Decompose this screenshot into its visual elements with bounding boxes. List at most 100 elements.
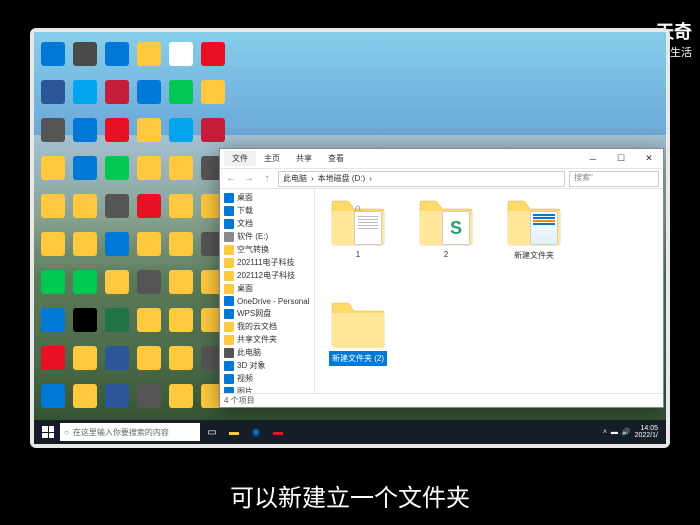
volume-icon[interactable]: 🔊	[622, 428, 631, 436]
desktop-icon[interactable]	[169, 118, 193, 142]
desktop-icon[interactable]	[169, 308, 193, 332]
folder-item[interactable]: S2	[411, 197, 481, 260]
desktop-icon[interactable]	[169, 194, 193, 218]
desktop-icon[interactable]	[137, 80, 161, 104]
sidebar-item[interactable]: 202112电子科技	[222, 269, 312, 282]
sidebar-item[interactable]: 共享文件夹	[222, 333, 312, 346]
desktop-icon[interactable]	[105, 346, 129, 370]
desktop-icon[interactable]	[169, 80, 193, 104]
close-button[interactable]: ✕	[635, 150, 663, 168]
file-explorer-window[interactable]: 文件 主页 共享 查看 ─ ☐ ✕ ← → ↑ 此电脑 › 本地磁盘 (D:) …	[219, 148, 664, 408]
up-button[interactable]: ↑	[260, 172, 274, 186]
sidebar-item[interactable]: 下载	[222, 204, 312, 217]
sidebar-item[interactable]: 3D 对象	[222, 359, 312, 372]
desktop-icon[interactable]	[73, 118, 97, 142]
network-icon[interactable]: ▬	[611, 429, 618, 436]
tab-share[interactable]: 共享	[288, 151, 320, 166]
desktop-icon[interactable]	[137, 384, 161, 408]
desktop-icon[interactable]	[169, 384, 193, 408]
desktop-icon[interactable]	[169, 42, 193, 66]
sidebar-item[interactable]: 桌面	[222, 282, 312, 295]
clock-time[interactable]: 14:05	[635, 425, 658, 432]
search-input[interactable]: 搜索"	[569, 171, 659, 187]
desktop-icon[interactable]	[201, 118, 225, 142]
breadcrumb-drive[interactable]: 本地磁盘 (D:)	[318, 173, 366, 184]
taskbar-search[interactable]: ○ 在这里输入你要搜索的内容	[60, 423, 200, 441]
desktop-icon[interactable]	[41, 42, 65, 66]
desktop-icon[interactable]	[137, 42, 161, 66]
desktop-icon[interactable]	[105, 384, 129, 408]
desktop-icon[interactable]	[41, 308, 65, 332]
desktop-icon[interactable]	[41, 118, 65, 142]
desktop-icon[interactable]	[169, 232, 193, 256]
clock-date[interactable]: 2022/1/	[635, 432, 658, 439]
desktop-icon[interactable]	[137, 118, 161, 142]
tab-view[interactable]: 查看	[320, 151, 352, 166]
desktop-icon[interactable]	[137, 156, 161, 180]
desktop-icon[interactable]	[41, 194, 65, 218]
tab-file[interactable]: 文件	[224, 151, 256, 166]
desktop-icon[interactable]	[105, 194, 129, 218]
sidebar-item[interactable]: 图片	[222, 385, 312, 393]
desktop-icon[interactable]	[105, 270, 129, 294]
maximize-button[interactable]: ☐	[607, 150, 635, 168]
sidebar-item[interactable]: 文档	[222, 217, 312, 230]
sidebar-item[interactable]: WPS网盘	[222, 307, 312, 320]
desktop-icon[interactable]	[73, 346, 97, 370]
tab-home[interactable]: 主页	[256, 151, 288, 166]
desktop-icon[interactable]	[73, 194, 97, 218]
desktop-icon[interactable]	[169, 156, 193, 180]
sidebar-item[interactable]: 桌面	[222, 191, 312, 204]
folder-item[interactable]: 🔒1	[323, 197, 393, 260]
desktop-icon[interactable]	[169, 346, 193, 370]
desktop-icon[interactable]	[73, 270, 97, 294]
desktop-icon[interactable]	[105, 232, 129, 256]
app-taskbar-icon[interactable]: ▬	[268, 422, 288, 442]
desktop-icon[interactable]	[105, 156, 129, 180]
explorer-taskbar-icon[interactable]: ▬	[224, 422, 244, 442]
titlebar[interactable]: 文件 主页 共享 查看 ─ ☐ ✕	[220, 149, 663, 169]
system-tray[interactable]: ˄ ▬ 🔊 14:05 2022/1/	[603, 425, 662, 439]
folder-label[interactable]: 新建文件夹 (2)	[329, 351, 387, 366]
folder-item[interactable]: 新建文件夹	[499, 197, 569, 262]
breadcrumb-pc[interactable]: 此电脑	[283, 173, 307, 184]
file-list[interactable]: 🔒1 S2 新建文件夹新建文件夹 (2)	[315, 189, 663, 393]
minimize-button[interactable]: ─	[579, 150, 607, 168]
task-view-icon[interactable]: ▭	[202, 422, 222, 442]
desktop-icon[interactable]	[41, 384, 65, 408]
desktop-icon[interactable]	[73, 308, 97, 332]
desktop-icon[interactable]	[137, 308, 161, 332]
desktop-icon[interactable]	[73, 156, 97, 180]
desktop-icon[interactable]	[105, 42, 129, 66]
desktop-icon[interactable]	[201, 80, 225, 104]
desktop-icon[interactable]	[105, 308, 129, 332]
sidebar-item[interactable]: 视频	[222, 372, 312, 385]
sidebar-item[interactable]: 此电脑	[222, 346, 312, 359]
desktop-icon[interactable]	[137, 232, 161, 256]
sidebar-item[interactable]: 202111电子科技	[222, 256, 312, 269]
forward-button[interactable]: →	[242, 172, 256, 186]
desktop-icon[interactable]	[41, 232, 65, 256]
desktop-icon[interactable]	[41, 80, 65, 104]
desktop-icon[interactable]	[105, 80, 129, 104]
desktop-icon[interactable]	[137, 194, 161, 218]
edge-taskbar-icon[interactable]: ◉	[246, 422, 266, 442]
taskbar[interactable]: ○ 在这里输入你要搜索的内容 ▭ ▬ ◉ ▬ ˄ ▬ 🔊 14:05 2022/…	[34, 420, 666, 444]
desktop-icon[interactable]	[73, 384, 97, 408]
desktop-icon[interactable]	[169, 270, 193, 294]
start-button[interactable]	[38, 422, 58, 442]
desktop-icon[interactable]	[73, 80, 97, 104]
desktop-icon[interactable]	[41, 270, 65, 294]
desktop-icon[interactable]	[41, 346, 65, 370]
desktop-icon[interactable]	[73, 42, 97, 66]
folder-item[interactable]: 新建文件夹 (2)	[323, 299, 393, 366]
desktop-icon[interactable]	[137, 270, 161, 294]
sidebar-item[interactable]: 空气转换	[222, 243, 312, 256]
back-button[interactable]: ←	[224, 172, 238, 186]
sidebar-item[interactable]: 我的云文档	[222, 320, 312, 333]
desktop-icon[interactable]	[201, 42, 225, 66]
tray-up-icon[interactable]: ˄	[603, 429, 607, 436]
sidebar-item[interactable]: OneDrive - Personal	[222, 295, 312, 307]
desktop[interactable]: 文件 主页 共享 查看 ─ ☐ ✕ ← → ↑ 此电脑 › 本地磁盘 (D:) …	[34, 32, 666, 444]
desktop-icon[interactable]	[105, 118, 129, 142]
